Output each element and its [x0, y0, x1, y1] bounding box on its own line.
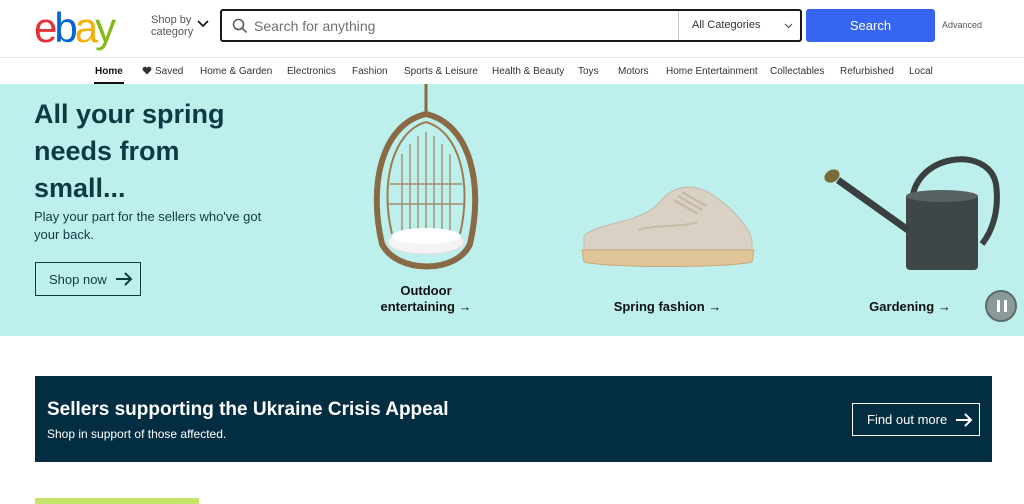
- ukraine-appeal-banner: Sellers supporting the Ukraine Crisis Ap…: [35, 376, 992, 462]
- search-icon: [232, 18, 248, 34]
- sneaker-image[interactable]: [578, 174, 758, 274]
- arrow-right-icon: →: [937, 299, 951, 314]
- nav-item-local[interactable]: Local: [909, 66, 933, 77]
- divider: [678, 11, 679, 40]
- nav-item-home-entertainment[interactable]: Home Entertainment: [666, 66, 758, 77]
- arrow-right-icon: [115, 272, 133, 286]
- tile-spring-fashion[interactable]: Spring fashion →: [605, 299, 730, 315]
- header: ebay Shop by category All Categories Sea…: [0, 0, 1024, 56]
- tile-gardening[interactable]: Gardening →: [860, 299, 960, 315]
- logo-letter-y: y: [95, 4, 116, 51]
- logo-letter-e: e: [34, 4, 57, 51]
- chevron-down-icon[interactable]: [196, 17, 210, 31]
- tile-label: Spring fashion: [613, 299, 705, 314]
- hanging-chair-image[interactable]: [362, 84, 488, 274]
- chevron-down-icon[interactable]: [784, 21, 793, 30]
- shop-by-category-button[interactable]: Shop by category: [151, 14, 193, 38]
- find-out-more-label: Find out more: [867, 412, 948, 427]
- nav-item-toys[interactable]: Toys: [578, 66, 599, 77]
- category-nav: Home Saved Home & Garden Electronics Fas…: [0, 57, 1024, 84]
- advanced-search-link[interactable]: Advanced: [942, 20, 982, 30]
- logo-letter-b: b: [54, 4, 77, 51]
- nav-item-collectables[interactable]: Collectables: [770, 66, 824, 77]
- hero-title: All your spring needs from small...: [34, 99, 225, 203]
- nav-item-sports-leisure[interactable]: Sports & Leisure: [404, 66, 478, 77]
- banner-subtitle: Shop in support of those affected.: [47, 427, 227, 441]
- shop-now-label: Shop now: [49, 271, 107, 287]
- shop-now-button[interactable]: Shop now: [35, 262, 141, 296]
- nav-item-saved-label: Saved: [155, 66, 184, 77]
- nav-item-saved[interactable]: Saved: [142, 66, 183, 77]
- search-input[interactable]: [254, 14, 674, 38]
- shop-by-label-2: category: [151, 26, 194, 38]
- nav-item-motors[interactable]: Motors: [618, 66, 649, 77]
- nav-item-fashion[interactable]: Fashion: [352, 66, 388, 77]
- nav-item-health-beauty[interactable]: Health & Beauty: [492, 66, 564, 77]
- watering-can-image[interactable]: [818, 144, 1008, 274]
- search-bar: All Categories: [220, 9, 802, 42]
- carousel-pause-button[interactable]: [985, 290, 1017, 322]
- hero-subtitle: Play your part for the sellers who've go…: [34, 209, 262, 242]
- category-select[interactable]: All Categories: [692, 19, 760, 31]
- banner-title: Sellers supporting the Ukraine Crisis Ap…: [47, 399, 449, 420]
- nav-item-home[interactable]: Home: [95, 66, 123, 77]
- tile-outdoor-entertaining[interactable]: Outdoor entertaining →: [376, 283, 476, 315]
- ebay-logo[interactable]: ebay: [34, 4, 116, 51]
- hero-carousel: All your spring needs from small... Play…: [0, 84, 1024, 336]
- arrow-right-icon: [956, 412, 973, 427]
- logo-letter-a: a: [74, 4, 98, 51]
- search-button[interactable]: Search: [806, 9, 935, 42]
- tile-label: Gardening: [869, 299, 935, 314]
- nav-item-electronics[interactable]: Electronics: [287, 66, 336, 77]
- nav-item-refurbished[interactable]: Refurbished: [840, 66, 894, 77]
- arrow-right-icon: →: [458, 299, 472, 314]
- nav-item-home-garden[interactable]: Home & Garden: [200, 66, 272, 77]
- heart-icon: [142, 66, 152, 75]
- arrow-right-icon: →: [708, 299, 722, 314]
- tile-label: Outdoor entertaining: [380, 283, 455, 314]
- shop-by-label: Shop by: [151, 14, 192, 26]
- next-section-preview: [35, 498, 199, 504]
- find-out-more-button[interactable]: Find out more: [852, 403, 980, 436]
